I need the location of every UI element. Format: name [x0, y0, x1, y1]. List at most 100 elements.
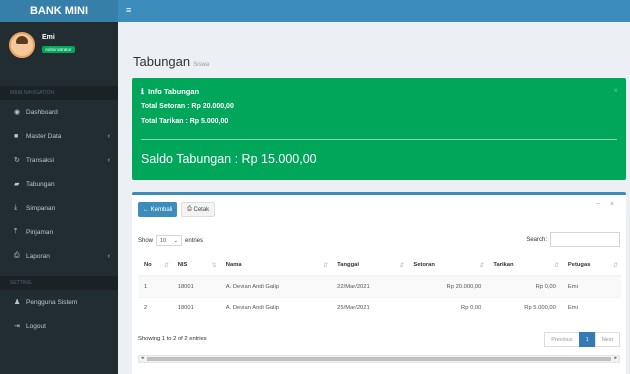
column-header-label: Petugas: [567, 262, 591, 268]
sidebar-menu: ◉ Dashboard ■ Master Data ‹ ↻ Transaksi ‹ ▰ Tabun…: [0, 100, 118, 268]
total-setoran: Total Setoran : Rp 20.000,00: [141, 103, 234, 110]
table-search: Search:: [526, 232, 620, 247]
print-icon: ⎙: [187, 206, 192, 212]
page-title: Tabungan Siswa: [133, 54, 209, 69]
cell-nis: 18001: [171, 275, 220, 297]
show-label: Show: [138, 237, 154, 244]
column-header-tanggal[interactable]: Tanggal ⇵: [331, 255, 408, 277]
horizontal-scrollbar[interactable]: ◂ ▸: [138, 355, 620, 363]
sidebar-item-laporan[interactable]: ⎙ Laporan ‹: [0, 244, 118, 268]
user-icon: ♟: [14, 299, 21, 306]
sort-icon: ⇵: [163, 263, 169, 269]
book-icon: ■: [14, 132, 19, 140]
table-body: 1 18001 A. Devian Andi Galip 22/Mar/2021 Rp …: [138, 275, 621, 318]
scrollbar-thumb[interactable]: [147, 357, 611, 361]
back-label: Kembali: [150, 206, 173, 213]
divider: [141, 139, 617, 140]
cell-no: 1: [138, 275, 172, 297]
column-header-label: No: [144, 262, 152, 268]
entries-label: entries: [185, 237, 204, 244]
column-header-tarikan[interactable]: Tarikan ⇵: [487, 255, 562, 277]
brand-logo[interactable]: BANK MINI: [0, 0, 118, 22]
sort-icon: ⇵: [553, 263, 559, 269]
column-header-petugas[interactable]: Petugas ⇵: [561, 255, 621, 277]
download-icon: ⤓: [14, 204, 18, 211]
cell-petugas: Emi: [561, 296, 621, 318]
upload-icon: ⤒: [14, 228, 18, 235]
sidebar-setting-menu: ♟ Pengguna Sistem ⇥ Logout: [0, 290, 118, 338]
scroll-left-icon[interactable]: ◂: [141, 355, 144, 361]
chevron-left-icon: ‹: [107, 252, 110, 260]
close-icon[interactable]: ×: [613, 86, 618, 95]
sidebar-item-label: Simpanan: [26, 204, 56, 212]
logout-icon: ⇥: [14, 323, 20, 330]
sidebar-item-label: Dashboard: [26, 108, 58, 116]
total-tarikan: Total Tarikan : Rp 5.000,00: [141, 118, 229, 125]
transactions-table: No ⇵ NIS ⇅ Nama ⇵ Tanggal ⇵ Setoran ⇵ Tarikan ⇵ Petu…: [138, 255, 621, 318]
chevron-down-icon: ⌄: [173, 237, 179, 244]
table-row: 2 18001 A. Devian Andi Galip 25/Mar/2021 Rp …: [138, 296, 621, 318]
sidebar-item-logout[interactable]: ⇥ Logout: [0, 314, 118, 338]
user-name: Emi: [42, 34, 55, 41]
sidebar-item-label: Tabungan: [26, 180, 55, 188]
sidebar-item-pinjaman[interactable]: ⤒ Pinjaman: [0, 220, 118, 244]
wallet-icon: ▰: [14, 181, 20, 188]
sidebar-item-label: Pinjaman: [26, 228, 54, 236]
table-row: 1 18001 A. Devian Andi Galip 22/Mar/2021 Rp …: [138, 275, 621, 297]
cell-setoran: Rp 0,00: [407, 296, 488, 318]
user-panel: Emi Administrator: [0, 22, 118, 68]
info-heading: ℹ Info Tabungan: [141, 87, 199, 96]
page-title-text: Tabungan: [133, 54, 191, 69]
cell-tanggal: 22/Mar/2021: [331, 275, 408, 297]
sidebar-item-label: Master Data: [26, 132, 62, 140]
sidebar-item-dashboard[interactable]: ◉ Dashboard: [0, 100, 118, 124]
sidebar-item-tabungan[interactable]: ▰ Tabungan: [0, 172, 118, 196]
column-header-no[interactable]: No ⇵: [138, 255, 172, 277]
main-content: Tabungan Siswa ℹ Info Tabungan × Total Se…: [118, 22, 630, 374]
chevron-left-icon: ‹: [107, 132, 110, 140]
print-button[interactable]: ⎙ Cetak: [181, 202, 216, 217]
table-info: Showing 1 to 2 of 2 entries: [138, 336, 207, 342]
scroll-right-icon[interactable]: ▸: [614, 355, 617, 361]
column-header-label: Nama: [225, 262, 242, 268]
search-input[interactable]: [550, 232, 620, 247]
page-1-button[interactable]: 1: [578, 332, 596, 347]
box-tools-icons[interactable]: − ×: [596, 201, 618, 208]
sidebar-item-label: Logout: [26, 322, 46, 330]
entries-length: Show 10 ⌄ entries: [138, 235, 203, 246]
sidebar-item-label: Pengguna Sistem: [26, 298, 78, 306]
column-header-nis[interactable]: NIS ⇅: [171, 255, 220, 277]
entries-select[interactable]: 10 ⌄: [156, 235, 183, 246]
transactions-box: − × ← Kembali ⎙ Cetak Show 10 ⌄ entries S…: [132, 192, 626, 374]
sort-icon: ⇅: [211, 263, 217, 269]
refresh-icon: ↻: [14, 157, 20, 164]
back-button[interactable]: ← Kembali: [138, 202, 178, 217]
cell-petugas: Emi: [561, 275, 621, 297]
column-header-label: Tarikan: [493, 262, 514, 268]
sidebar: Emi Administrator MAIN NAVIGATION ◉ Dashb…: [0, 22, 118, 374]
sidebar-item-pengguna-sistem[interactable]: ♟ Pengguna Sistem: [0, 290, 118, 314]
cell-no: 2: [138, 296, 172, 318]
sidebar-item-transaksi[interactable]: ↻ Transaksi ‹: [0, 148, 118, 172]
column-header-nama[interactable]: Nama ⇵: [219, 255, 332, 277]
sidebar-header-setting: SETTING: [0, 276, 118, 290]
saldo-tabungan: Saldo Tabungan : Rp 15.000,00: [141, 152, 317, 166]
info-icon: ℹ: [141, 87, 144, 96]
sidebar-item-label: Transaksi: [26, 156, 54, 164]
previous-button[interactable]: Previous: [544, 332, 580, 347]
column-header-setoran[interactable]: Setoran ⇵: [407, 255, 488, 277]
print-label: Cetak: [193, 206, 210, 213]
sidebar-header-main-navigation: MAIN NAVIGATION: [0, 86, 118, 100]
arrow-left-icon: ←: [143, 206, 149, 213]
sort-icon: ⇵: [323, 263, 329, 269]
sidebar-item-master-data[interactable]: ■ Master Data ‹: [0, 124, 118, 148]
sidebar-toggle-icon[interactable]: ≡: [126, 5, 131, 15]
info-heading-text: Info Tabungan: [148, 87, 200, 96]
next-button[interactable]: Next: [594, 332, 620, 347]
top-navbar: ≡: [118, 0, 630, 22]
page-subtitle: Siswa: [193, 62, 210, 68]
cell-tanggal: 25/Mar/2021: [331, 296, 408, 318]
sort-icon: ⇵: [612, 263, 618, 269]
sidebar-item-simpanan[interactable]: ⤓ Simpanan: [0, 196, 118, 220]
column-header-label: NIS: [177, 262, 188, 268]
